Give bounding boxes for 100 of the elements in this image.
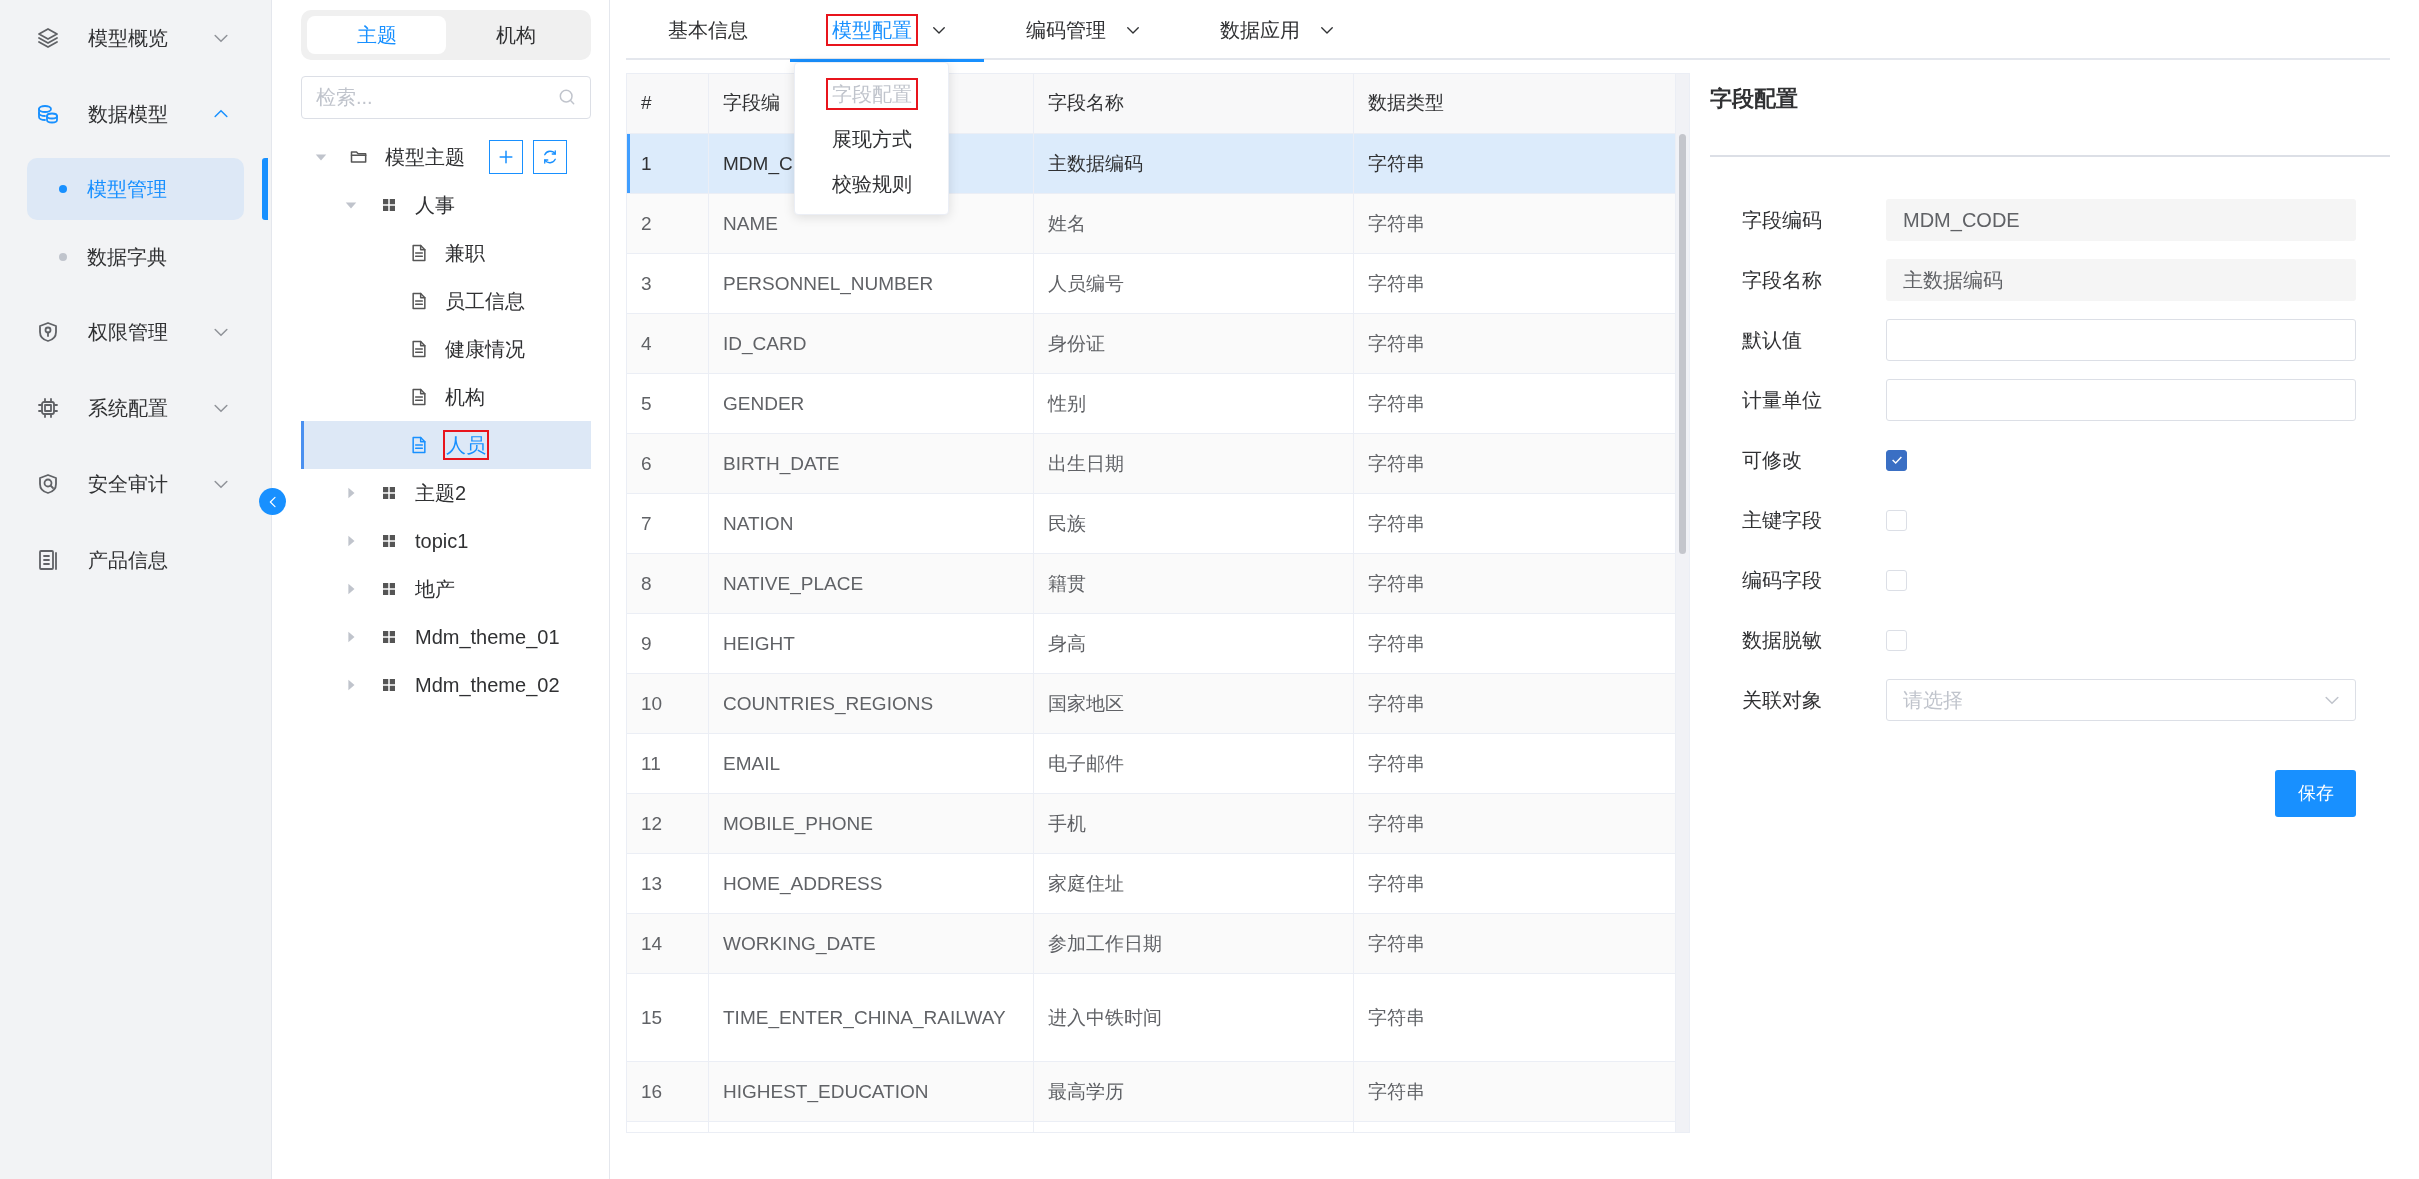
document-icon [36, 548, 60, 572]
tree-item[interactable]: Mdm_theme_01 [301, 613, 591, 661]
tree-item[interactable]: 人事 [301, 181, 591, 229]
tree-item[interactable]: 员工信息 [301, 277, 591, 325]
table-row[interactable]: 3 PERSONNEL_NUMBER 人员编号 字符串 [627, 254, 1676, 314]
table-cell: 4 [627, 314, 709, 373]
table-cell: TIME_ENTER_CHINA_RAILWAY [709, 974, 1034, 1061]
grid-icon [380, 532, 398, 550]
table-cell: 性别 [1034, 374, 1354, 433]
table-cell: 5 [627, 374, 709, 433]
table-cell: HOME_ADDRESS [709, 854, 1034, 913]
table-cell: BIRTH_DATE [709, 434, 1034, 493]
input-field[interactable] [1886, 379, 2356, 421]
grid-icon [380, 196, 398, 214]
bullet-icon [59, 185, 67, 193]
table-cell: EMAIL [709, 734, 1034, 793]
document-icon [409, 339, 429, 359]
add-button[interactable] [489, 140, 523, 174]
bullet-icon [59, 253, 67, 261]
table-row[interactable]: 8 NATIVE_PLACE 籍贯 字符串 [627, 554, 1676, 614]
table-row[interactable]: 6 BIRTH_DATE 出生日期 字符串 [627, 434, 1676, 494]
grid-icon [380, 484, 398, 502]
shield-icon [36, 472, 60, 496]
form-label: 关联对象 [1741, 688, 1823, 713]
grid-icon [380, 676, 398, 694]
form-label: 字段名称 [1741, 268, 1823, 293]
table-cell: 3 [627, 254, 709, 313]
table-row[interactable]: 9 HEIGHT 身高 字符串 [627, 614, 1676, 674]
sidebar-item[interactable]: 权限管理 [0, 294, 271, 370]
table-cell: MOBILE_PHONE [709, 794, 1034, 853]
form-label: 默认值 [1741, 328, 1803, 353]
table-cell: NATION [709, 494, 1034, 553]
chip-icon [36, 396, 60, 420]
table-cell: 13 [627, 854, 709, 913]
tab[interactable]: 编码管理 [984, 0, 1178, 60]
table-row[interactable]: 11 EMAIL 电子邮件 字符串 [627, 734, 1676, 794]
table-cell: 姓名 [1034, 194, 1354, 253]
table-cell: 12 [627, 794, 709, 853]
tree-item[interactable]: topic1 [301, 517, 591, 565]
table-cell: 人员编号 [1034, 254, 1354, 313]
grid-icon [380, 580, 398, 598]
checkbox[interactable] [1886, 449, 1907, 471]
tree-item[interactable]: 机构 [301, 373, 591, 421]
tree-item[interactable]: Mdm_theme_02 [301, 661, 591, 709]
tree-item[interactable]: 地产 [301, 565, 591, 613]
collapse-button[interactable] [259, 488, 286, 515]
sidebar-item[interactable]: 模型概览 [0, 0, 271, 76]
table-row[interactable]: 12 MOBILE_PHONE 手机 字符串 [627, 794, 1676, 854]
sidebar-subitem[interactable]: 数据字典 [27, 226, 244, 288]
table-row[interactable]: 5 GENDER 性别 字符串 [627, 374, 1676, 434]
document-icon [409, 291, 429, 311]
sidebar-item[interactable]: 产品信息 [0, 522, 271, 598]
grid-icon [380, 628, 398, 646]
table-cell: 6 [627, 434, 709, 493]
scrollbar-thumb[interactable] [1679, 134, 1686, 554]
tree-item[interactable]: 模型主题 [301, 133, 591, 181]
table-cell: 出生日期 [1034, 434, 1354, 493]
table-cell: 15 [627, 974, 709, 1061]
refresh-icon [541, 148, 559, 166]
table-cell: HIGHEST_EDUCATION [709, 1062, 1034, 1121]
select-field[interactable]: 请选择 [1886, 679, 2356, 721]
sidebar-item[interactable]: 数据模型 [0, 76, 271, 152]
table-cell: ID_CARD [709, 314, 1034, 373]
column-header[interactable]: 字段名称 [1034, 74, 1354, 133]
column-header[interactable]: # [627, 74, 709, 133]
document-icon [409, 387, 429, 407]
table-cell: 手机 [1034, 794, 1354, 853]
shield-icon [36, 320, 60, 344]
input-field[interactable] [1886, 319, 2356, 361]
tree-item[interactable]: 健康情况 [301, 325, 591, 373]
form-label: 字段编码 [1741, 208, 1823, 233]
search-field[interactable]: 检索... [301, 76, 591, 119]
database-icon [36, 102, 60, 126]
table-row[interactable]: 2 NAME 姓名 字符串 [627, 194, 1676, 254]
document-icon [409, 435, 429, 455]
table-cell: 1 [627, 134, 709, 193]
table-cell: 民族 [1034, 494, 1354, 553]
tree-item[interactable]: 兼职 [301, 229, 591, 277]
table-cell: 进入中铁时间 [1034, 974, 1354, 1061]
table-cell: 11 [627, 734, 709, 793]
segment-tab[interactable]: 机构 [446, 16, 585, 54]
tab[interactable]: 基本信息 [626, 0, 790, 60]
table-row[interactable]: 7 NATION 民族 字符串 [627, 494, 1676, 554]
sidebar-item[interactable]: 安全审计 [0, 446, 271, 522]
table-row[interactable]: 15 TIME_ENTER_CHINA_RAILWAY 进入中铁时间 字符串 [627, 974, 1676, 1062]
table-row[interactable]: 14 WORKING_DATE 参加工作日期 字符串 [627, 914, 1676, 974]
form-label: 主键字段 [1741, 508, 1823, 533]
refresh-button[interactable] [533, 140, 567, 174]
table-cell: 电子邮件 [1034, 734, 1354, 793]
table-cell: 7 [627, 494, 709, 553]
table-cell: 2 [627, 194, 709, 253]
table-row[interactable]: 10 COUNTRIES_REGIONS 国家地区 字符串 [627, 674, 1676, 734]
table-row[interactable]: 16 HIGHEST_EDUCATION 最高学历 字符串 [627, 1062, 1676, 1122]
table-row[interactable]: 13 HOME_ADDRESS 家庭住址 字符串 [627, 854, 1676, 914]
tab[interactable]: 数据应用 [1178, 0, 1372, 60]
table-cell: NATIVE_PLACE [709, 554, 1034, 613]
table-cell: WORKING_DATE [709, 914, 1034, 973]
sidebar-item[interactable]: 系统配置 [0, 370, 271, 446]
table-row[interactable]: 4 ID_CARD 身份证 字符串 [627, 314, 1676, 374]
tree-item[interactable]: 主题2 [301, 469, 591, 517]
